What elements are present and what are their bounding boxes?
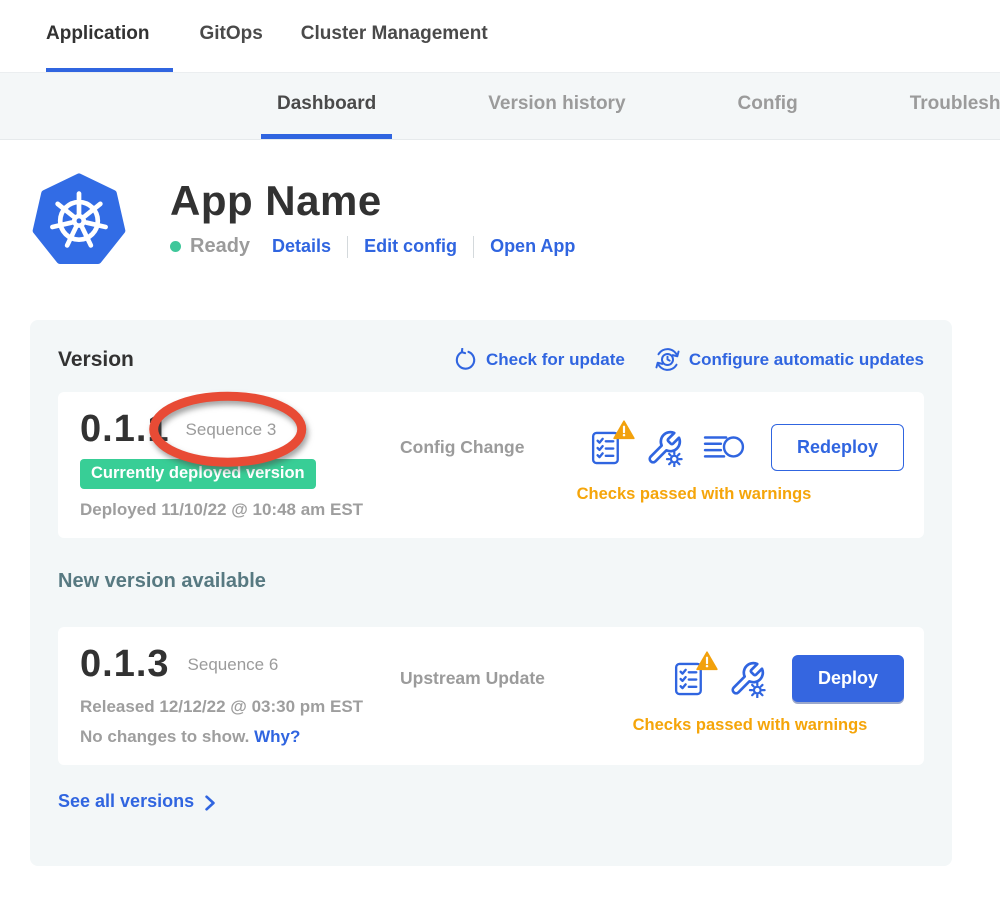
version-number: 0.1.1 xyxy=(80,408,170,451)
config-wrench-gear-icon[interactable] xyxy=(645,429,683,467)
config-wrench-gear-icon[interactable] xyxy=(728,660,766,698)
sequence-label: Sequence 6 xyxy=(188,655,279,675)
redeploy-button[interactable]: Redeploy xyxy=(771,424,904,471)
tab-config[interactable]: Config xyxy=(722,73,814,139)
warning-triangle-icon xyxy=(696,651,718,671)
tab-troubleshoot[interactable]: Troubleshoot xyxy=(894,73,1000,139)
kubernetes-logo-icon xyxy=(32,170,126,268)
divider xyxy=(473,236,474,258)
version-section-title: Version xyxy=(58,348,134,372)
tab-dashboard[interactable]: Dashboard xyxy=(261,73,392,139)
status-dot xyxy=(170,241,181,252)
chevron-right-icon xyxy=(204,795,216,811)
check-for-update-button[interactable]: Check for update xyxy=(454,348,625,371)
see-all-versions-link[interactable]: See all versions xyxy=(58,791,924,812)
preflight-status-current[interactable]: Checks passed with warnings xyxy=(442,485,946,504)
version-panel: Version Check for update Configure xyxy=(30,320,952,866)
current-version-card: 0.1.1 Sequence 3 Currently deployed vers… xyxy=(58,392,924,538)
currently-deployed-badge: Currently deployed version xyxy=(80,459,316,489)
open-app-link[interactable]: Open App xyxy=(490,236,575,257)
no-changes-text: No changes to show. xyxy=(80,727,249,746)
why-link[interactable]: Why? xyxy=(254,727,300,746)
refresh-icon xyxy=(454,348,477,371)
new-version-heading: New version available xyxy=(58,570,924,593)
edit-config-link[interactable]: Edit config xyxy=(364,236,457,257)
app-section-nav: Dashboard Version history Config Trouble… xyxy=(0,72,1000,140)
divider xyxy=(347,236,348,258)
tab-application[interactable]: Application xyxy=(46,0,173,72)
version-number: 0.1.3 xyxy=(80,643,170,686)
preflight-checks-icon[interactable] xyxy=(670,660,708,698)
auto-update-clock-icon xyxy=(655,347,680,372)
preflight-status-available[interactable]: Checks passed with warnings xyxy=(498,716,1000,735)
available-version-card: 0.1.3 Sequence 6 Released 12/12/22 @ 03:… xyxy=(58,627,924,765)
preflight-checks-icon[interactable] xyxy=(587,429,625,467)
app-header: App Name Ready Details Edit config Open … xyxy=(0,140,1000,268)
page-title: App Name xyxy=(170,178,575,224)
tab-gitops[interactable]: GitOps xyxy=(199,0,274,72)
details-link[interactable]: Details xyxy=(272,236,331,257)
primary-nav: Application GitOps Cluster Management xyxy=(0,0,1000,72)
tab-version-history[interactable]: Version history xyxy=(472,73,641,139)
tab-cluster-management[interactable]: Cluster Management xyxy=(301,0,500,72)
version-source-label: Upstream Update xyxy=(400,668,545,689)
configure-automatic-updates-button[interactable]: Configure automatic updates xyxy=(655,347,924,372)
released-timestamp: Released 12/12/22 @ 03:30 pm EST xyxy=(80,697,400,717)
deploy-button[interactable]: Deploy xyxy=(792,655,904,702)
deployed-timestamp: Deployed 11/10/22 @ 10:48 am EST xyxy=(80,500,400,520)
version-source-label: Config Change xyxy=(400,437,524,458)
warning-triangle-icon xyxy=(613,420,635,440)
app-status: Ready xyxy=(190,235,250,258)
sequence-label: Sequence 3 xyxy=(186,420,277,439)
view-diff-icon[interactable] xyxy=(703,432,745,464)
